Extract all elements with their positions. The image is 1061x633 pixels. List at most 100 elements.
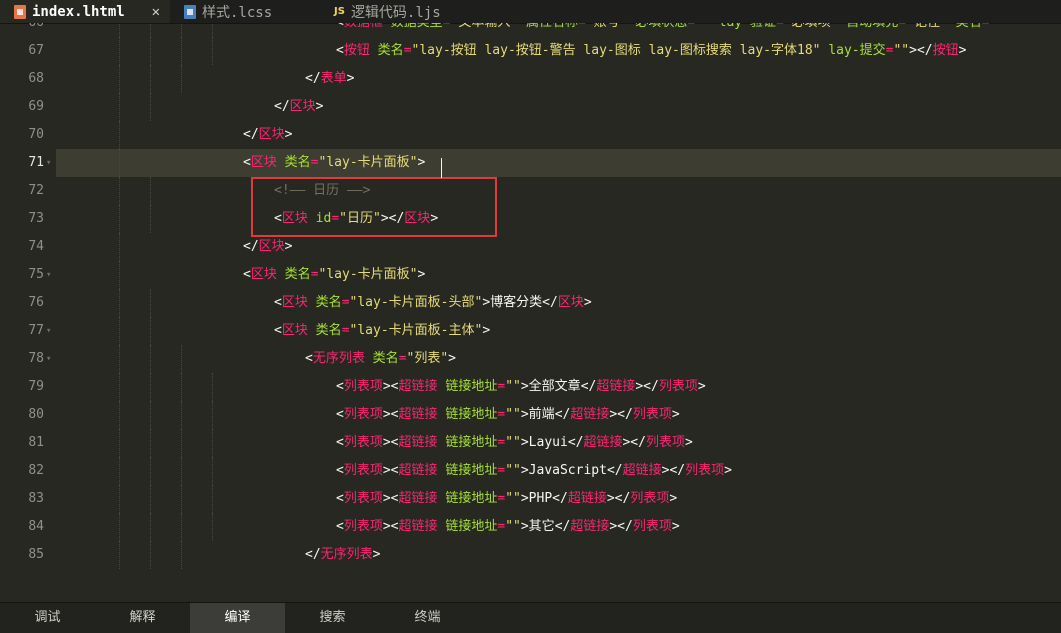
code-line: <列表项><超链接 链接地址="">其它</超链接></列表项> <box>336 513 680 541</box>
indent-guide <box>119 401 120 429</box>
code-token: > <box>669 491 678 506</box>
indent-guide <box>181 37 182 65</box>
code-token: </ <box>580 379 597 394</box>
code-token: 超链接 <box>398 435 438 450</box>
indent-guide <box>150 541 151 569</box>
code-line: </无序列表> <box>305 541 381 569</box>
tab-interpret[interactable]: 解释 <box>95 603 190 633</box>
code-token: 数据类型 <box>391 23 443 30</box>
code-token: >< <box>382 435 399 450</box>
tab-style-lcss[interactable]: 样式.lcss <box>170 0 320 23</box>
code-token: "lay-卡片面板-主体" <box>349 323 483 338</box>
tab-terminal[interactable]: 终端 <box>380 603 475 633</box>
code-token: </ <box>305 547 321 562</box>
code-token: = <box>497 407 506 422</box>
code-token: 必填状态 <box>635 23 687 30</box>
code-token: > <box>724 463 732 478</box>
indent-guide <box>150 177 151 205</box>
fold-arrow-icon[interactable]: ▾ <box>46 317 51 345</box>
code-token: ></ <box>635 379 659 394</box>
code-token: 超链接 <box>596 379 636 394</box>
code-token: >< <box>382 463 399 478</box>
fold-arrow-icon[interactable]: ▾ <box>46 261 51 289</box>
line-number: 75 <box>28 267 44 282</box>
indent-guide <box>150 485 151 513</box>
code-token: </ <box>554 407 571 422</box>
fold-arrow-icon[interactable]: ▾ <box>46 149 51 177</box>
indent-guide <box>150 513 151 541</box>
code-token: "lay-卡片面板" <box>318 267 418 282</box>
tab-compile[interactable]: 编译 <box>190 603 285 633</box>
indent-guide <box>212 23 213 37</box>
tab-label: 逻辑代码.ljs <box>350 4 441 21</box>
code-token: 无序列表 <box>320 547 373 562</box>
indent-guide <box>119 149 120 177</box>
code-token: "" <box>505 463 521 478</box>
indent-guide <box>181 541 182 569</box>
code-token: 按钮 <box>343 43 370 58</box>
code-token: " <box>989 23 997 30</box>
code-token: 链接地址 <box>445 379 498 394</box>
code-line: </区块> <box>243 233 293 261</box>
code-token: = <box>443 23 451 30</box>
code-token: 列表项 <box>343 519 383 534</box>
close-icon[interactable]: ✕ <box>152 4 160 20</box>
indent-guide <box>119 345 120 373</box>
code-token: < <box>336 519 344 534</box>
code-token: = <box>310 267 319 282</box>
code-token: >< <box>382 519 399 534</box>
code-token: 类名 <box>956 23 982 30</box>
indent-guide <box>181 457 182 485</box>
line-number: 84 <box>28 519 44 534</box>
code-token: PHP <box>528 491 553 506</box>
code-token: > <box>417 267 426 282</box>
tab-search[interactable]: 搜索 <box>285 603 380 633</box>
indent-guide <box>119 261 120 289</box>
code-token: 类名 <box>315 323 342 338</box>
tab-index-lhtml[interactable]: index.lhtml ✕ <box>0 0 170 23</box>
tab-debug[interactable]: 调试 <box>0 603 95 633</box>
indent-guide <box>150 345 151 373</box>
code-token: 超链接 <box>570 519 610 534</box>
code-token: > <box>520 435 529 450</box>
code-token: 类名 <box>284 267 311 282</box>
code-token: = <box>578 23 586 30</box>
indent-guide <box>181 401 182 429</box>
code-token: < <box>336 407 344 422</box>
code-token: < <box>336 379 344 394</box>
code-line: </表单> <box>305 65 355 93</box>
editor-tab-bar: index.lhtml ✕ 样式.lcss JS 逻辑代码.ljs <box>0 0 1061 24</box>
tab-logic-ljs[interactable]: JS 逻辑代码.ljs <box>320 0 451 23</box>
code-token: 无序列表 <box>312 351 365 366</box>
tab-label: 样式.lcss <box>202 4 273 21</box>
code-token: "lay-卡片面板" <box>318 155 418 170</box>
code-line: <区块 类名="lay-卡片面板"> <box>243 261 425 289</box>
code-token: > <box>958 43 967 58</box>
indent-guide <box>150 65 151 93</box>
indent-guide <box>150 93 151 121</box>
code-editor[interactable]: 66<数据框 数据类型="文本输入" 属性名称="账号" 必填状态="" lay… <box>0 23 1061 602</box>
code-token: ></ <box>622 435 646 450</box>
line-number: 68 <box>28 71 44 86</box>
code-token: < <box>336 435 344 450</box>
code-token: ></ <box>609 407 633 422</box>
code-token: 自动填充 <box>846 23 898 30</box>
indent-guide <box>181 23 182 37</box>
text-cursor <box>441 158 442 178</box>
code-line: <列表项><超链接 链接地址="">JavaScript</超链接></列表项> <box>336 457 732 485</box>
code-token: 类名 <box>377 43 404 58</box>
indent-guide <box>212 401 213 429</box>
code-token: > <box>284 239 293 254</box>
code-token: </ <box>567 435 584 450</box>
code-token: 超链接 <box>567 491 607 506</box>
code-token: < <box>336 463 344 478</box>
code-token: = <box>341 295 350 310</box>
code-token: < <box>336 43 344 58</box>
fold-arrow-icon[interactable]: ▾ <box>46 345 51 373</box>
indent-guide <box>119 233 120 261</box>
code-token: Layui <box>528 435 568 450</box>
